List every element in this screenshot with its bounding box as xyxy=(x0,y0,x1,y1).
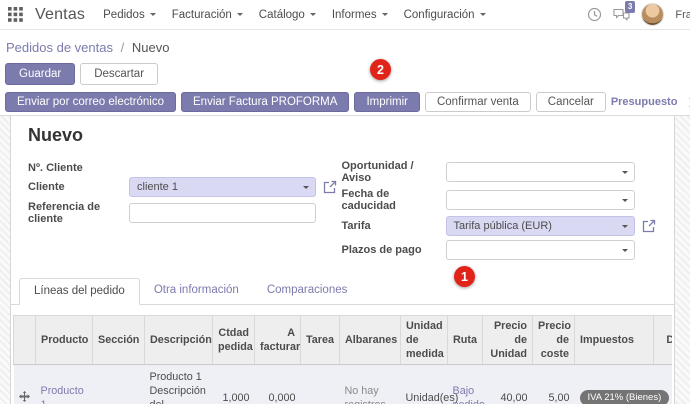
breadcrumb-current: Nuevo xyxy=(132,40,170,55)
chevron-down-icon xyxy=(622,171,628,177)
discard-button[interactable]: Descartar xyxy=(80,63,158,85)
cell-descripcion[interactable]: Producto 1 Descripción del producto 1 xyxy=(145,365,213,404)
menu-catalogo[interactable]: Catálogo xyxy=(259,9,316,21)
apps-grid-icon[interactable] xyxy=(8,7,23,22)
top-navbar: Ventas Pedidos Facturación Catálogo Info… xyxy=(0,0,690,30)
breadcrumb-sales-orders-link[interactable]: Pedidos de ventas xyxy=(6,40,113,55)
odoo-sales-screen: Ventas Pedidos Facturación Catálogo Info… xyxy=(0,0,690,404)
page-title: Nuevo xyxy=(28,125,664,146)
send-proforma-button[interactable]: Enviar Factura PROFORMA xyxy=(181,92,349,112)
chevron-down-icon xyxy=(382,13,388,19)
cell-precio-unidad[interactable]: 40,00 xyxy=(483,365,533,404)
cell-precio-coste[interactable]: 5,00 xyxy=(533,365,575,404)
stage-presupuesto[interactable]: Presupuesto xyxy=(611,96,678,108)
form-sheet: Nuevo Nº. Cliente Cliente cliente 1 xyxy=(10,116,675,404)
col-precio-de-unidad[interactable]: Precio de Unidad xyxy=(483,316,533,365)
activities-clock-icon[interactable] xyxy=(587,7,602,22)
chevron-down-icon xyxy=(310,13,316,19)
cell-albaranes: No hay registros xyxy=(345,385,386,404)
customer-external-link-icon[interactable] xyxy=(323,180,337,194)
save-button[interactable]: Guardar xyxy=(5,63,75,85)
customer-label: Cliente xyxy=(19,181,129,193)
notebook-tabs: Líneas del pedido Otra información Compa… xyxy=(11,277,674,305)
payment-terms-label: Plazos de pago xyxy=(342,244,446,256)
menu-facturacion[interactable]: Facturación xyxy=(172,9,243,21)
order-line-row-1[interactable]: Producto 1 Producto 1 Descripción del pr… xyxy=(14,365,673,404)
col-impuestos[interactable]: Impuestos xyxy=(575,316,654,365)
confirm-sale-button[interactable]: Confirmar venta xyxy=(425,92,531,112)
annotation-step-1: 1 xyxy=(454,266,475,287)
menu-informes[interactable]: Informes xyxy=(332,9,388,21)
print-button[interactable]: Imprimir xyxy=(354,92,420,112)
col-producto[interactable]: Producto xyxy=(36,316,93,365)
table-header-row: Producto Sección Descripción Ctdad pedid… xyxy=(14,316,673,365)
main-menu: Pedidos Facturación Catálogo Informes Co… xyxy=(103,9,485,21)
annotation-step-2: 2 xyxy=(370,59,391,80)
expiry-date-label: Fecha de caducidad xyxy=(342,188,446,212)
chevron-right-icon xyxy=(685,97,690,107)
cell-unidad[interactable]: Unidad(es) xyxy=(401,365,448,404)
stage-pipeline: Presupuesto Presupuesto enviado Pedido d… xyxy=(611,96,690,108)
breadcrumb: Pedidos de ventas / Nuevo xyxy=(0,30,690,59)
pricelist-label: Tarifa xyxy=(342,220,446,232)
opportunity-label: Oportunidad / Aviso xyxy=(342,160,446,184)
expiry-date-select[interactable] xyxy=(446,190,635,210)
order-lines-table: Producto Sección Descripción Ctdad pedid… xyxy=(13,315,672,404)
tab-lineas-del-pedido[interactable]: Líneas del pedido xyxy=(19,278,140,305)
col-descuento[interactable]: Descu (' xyxy=(654,316,673,365)
customer-no-label: Nº. Cliente xyxy=(19,162,129,174)
chevron-down-icon xyxy=(622,249,628,255)
cell-a-facturar[interactable]: 0,000 xyxy=(255,365,301,404)
col-albaranes[interactable]: Albaranes xyxy=(340,316,401,365)
cell-seccion[interactable] xyxy=(93,365,145,404)
opportunity-select[interactable] xyxy=(446,162,635,182)
tab-otra-informacion[interactable]: Otra información xyxy=(140,278,253,305)
sheet-background: Nuevo Nº. Cliente Cliente cliente 1 xyxy=(0,116,690,404)
chevron-down-icon xyxy=(303,186,309,192)
route-link[interactable]: Bajo pedido xyxy=(453,385,485,404)
tax-badge[interactable]: IVA 21% (Bienes) xyxy=(580,390,670,404)
chevron-down-icon xyxy=(622,199,628,205)
col-a-facturar[interactable]: A facturar xyxy=(255,316,301,365)
chevron-down-icon xyxy=(150,13,156,19)
customer-ref-label: Referencia de cliente xyxy=(19,201,129,225)
cell-tarea[interactable] xyxy=(301,365,340,404)
chevron-down-icon xyxy=(237,13,243,19)
col-ruta[interactable]: Ruta xyxy=(448,316,483,365)
cancel-button[interactable]: Cancelar xyxy=(536,92,606,112)
col-descripcion[interactable]: Descripción xyxy=(145,316,213,365)
user-name: Fran xyxy=(675,9,690,21)
pricelist-select[interactable]: Tarifa pública (EUR) xyxy=(446,216,635,236)
col-drag-handle xyxy=(14,316,36,365)
chevron-down-icon xyxy=(480,13,486,19)
app-title: Ventas xyxy=(35,6,85,24)
customer-select[interactable]: cliente 1 xyxy=(129,177,316,197)
menu-configuracion[interactable]: Configuración xyxy=(404,9,486,21)
form-statusbar: Enviar por correo electrónico Enviar Fac… xyxy=(0,90,690,116)
tab-comparaciones[interactable]: Comparaciones xyxy=(253,278,362,305)
pricelist-external-link-icon[interactable] xyxy=(642,219,656,233)
col-precio-de-coste[interactable]: Precio de coste xyxy=(533,316,575,365)
col-tarea[interactable]: Tarea xyxy=(301,316,340,365)
col-seccion[interactable]: Sección xyxy=(93,316,145,365)
messages-count-badge: 3 xyxy=(625,1,635,13)
col-unidad-de-medida[interactable]: Unidad de medida xyxy=(401,316,448,365)
payment-terms-select[interactable] xyxy=(446,240,635,260)
user-avatar[interactable] xyxy=(641,3,664,26)
record-actions: Guardar Descartar xyxy=(0,59,690,90)
col-ctdad-pedida[interactable]: Ctdad pedida xyxy=(213,316,255,365)
order-lines-table-wrap: Producto Sección Descripción Ctdad pedid… xyxy=(13,315,672,404)
messages-icon[interactable]: 3 xyxy=(613,8,630,22)
breadcrumb-separator: / xyxy=(121,40,125,55)
menu-pedidos[interactable]: Pedidos xyxy=(103,9,156,21)
product-link[interactable]: Producto 1 xyxy=(41,385,84,404)
customer-ref-input[interactable] xyxy=(129,203,316,223)
chevron-down-icon xyxy=(622,225,628,231)
topbar-right-tools: 3 Fran xyxy=(587,3,690,26)
send-email-button[interactable]: Enviar por correo electrónico xyxy=(5,92,176,112)
drag-handle-icon[interactable] xyxy=(14,365,36,404)
cell-ctdad[interactable]: 1,000 xyxy=(213,365,255,404)
